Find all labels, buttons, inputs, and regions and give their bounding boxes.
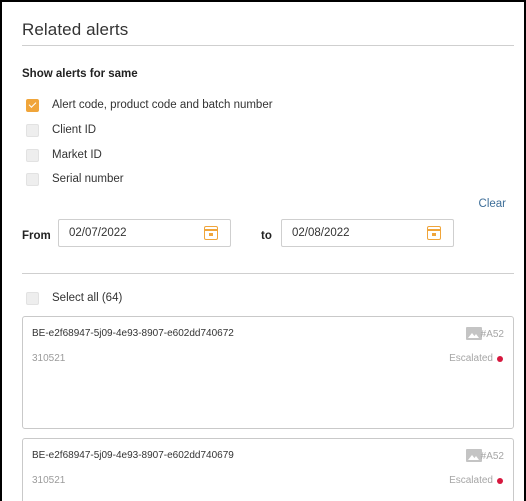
filter-option-alert-code[interactable]: Alert code, product code and batch numbe… xyxy=(26,97,273,113)
filter-option-client-id[interactable]: Client ID xyxy=(26,122,96,138)
clear-link[interactable]: Clear xyxy=(479,198,506,210)
checkbox-icon[interactable] xyxy=(26,148,39,162)
checkbox-icon[interactable] xyxy=(26,172,39,186)
filter-option-label: Alert code, product code and batch numbe… xyxy=(52,99,273,111)
alert-code: 310521 xyxy=(32,475,66,486)
image-icon xyxy=(466,449,482,462)
status-label: Escalated xyxy=(449,353,493,364)
from-label: From xyxy=(22,230,51,242)
alert-id: BE-e2f68947-5j09-4e93-8907-e602dd740679 xyxy=(32,450,234,461)
image-icon xyxy=(466,327,482,340)
filter-option-label: Market ID xyxy=(52,149,102,161)
from-date-value: 02/07/2022 xyxy=(69,227,127,239)
filter-option-market-id[interactable]: Market ID xyxy=(26,147,102,163)
from-date-input[interactable]: 02/07/2022 xyxy=(58,219,231,247)
alert-id: BE-e2f68947-5j09-4e93-8907-e602dd740672 xyxy=(32,328,234,339)
checkbox-checked-icon[interactable] xyxy=(26,98,39,112)
filter-option-label: Client ID xyxy=(52,124,97,136)
panel-title: Related alerts xyxy=(22,20,129,39)
select-all-option[interactable]: Select all (64) xyxy=(26,290,122,306)
status-badge: Escalated xyxy=(449,475,503,486)
alert-card[interactable]: BE-e2f68947-5j09-4e93-8907-e602dd740672 … xyxy=(22,316,514,429)
status-dot-icon xyxy=(497,355,503,362)
filter-option-label: Serial number xyxy=(52,173,124,185)
calendar-icon[interactable] xyxy=(204,226,218,240)
to-label: to xyxy=(261,230,272,242)
date-divider xyxy=(22,273,514,274)
status-badge: Escalated xyxy=(449,353,503,364)
related-alerts-panel: Related alerts Show alerts for same Aler… xyxy=(0,0,526,501)
to-date-input[interactable]: 02/08/2022 xyxy=(281,219,454,247)
filter-option-serial-number[interactable]: Serial number xyxy=(26,171,124,187)
alert-ref: #A52 xyxy=(480,451,504,462)
checkbox-icon[interactable] xyxy=(26,123,39,137)
filter-subtitle: Show alerts for same xyxy=(22,68,138,80)
calendar-icon[interactable] xyxy=(427,226,441,240)
alert-ref: #A52 xyxy=(480,329,504,340)
checkbox-icon[interactable] xyxy=(26,291,39,305)
status-label: Escalated xyxy=(449,475,493,486)
alert-card[interactable]: BE-e2f68947-5j09-4e93-8907-e602dd740679 … xyxy=(22,438,514,501)
status-dot-icon xyxy=(497,477,503,484)
alert-code: 310521 xyxy=(32,353,66,364)
to-date-value: 02/08/2022 xyxy=(292,227,350,239)
title-divider xyxy=(22,45,514,46)
select-all-label: Select all (64) xyxy=(52,292,123,304)
